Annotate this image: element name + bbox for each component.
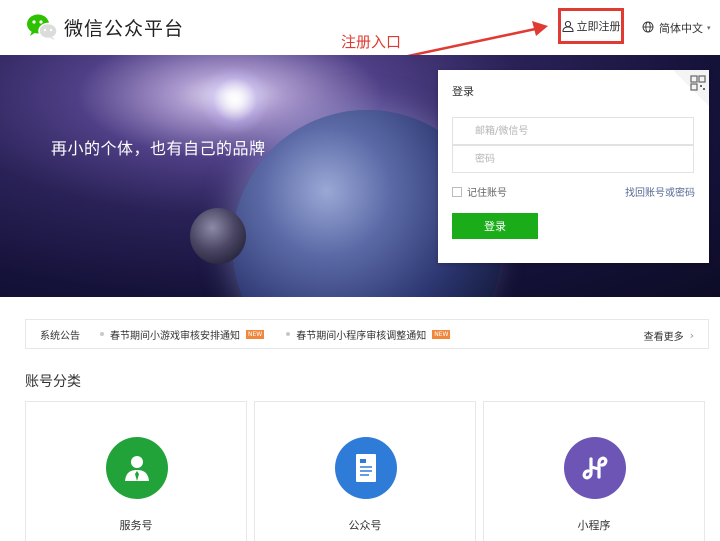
wechat-logo-icon [26,12,58,42]
new-badge: NEW [432,329,451,339]
language-label: 简体中文 [659,22,703,35]
official-account-icon [335,437,397,499]
qrcode-login-toggle[interactable] [673,70,709,106]
forgot-password-link[interactable]: 找回账号或密码 [625,184,695,199]
password-input[interactable] [452,145,694,173]
notice-label: 系统公告 [40,330,80,342]
chevron-right-icon: › [689,329,694,342]
logo-text: 微信公众平台 [64,17,185,40]
register-label: 立即注册 [576,20,621,33]
card-label: 小程序 [577,519,611,532]
language-selector[interactable]: 简体中文 ▾ [642,20,711,36]
globe-icon [642,21,654,36]
notice-item[interactable]: 春节期间小游戏审核安排通知 NEW [100,327,265,342]
remember-checkbox[interactable] [452,186,462,197]
account-card-service[interactable]: 服务号 [25,401,247,541]
card-label: 公众号 [348,519,382,532]
new-badge: NEW [246,329,265,339]
notice-item-text: 春节期间小游戏审核安排通知 [110,330,240,342]
remember-label: 记住账号 [467,188,507,199]
planet-small [190,208,246,264]
account-input[interactable] [452,117,694,145]
chevron-down-icon: ▾ [707,24,711,32]
account-card-official[interactable]: 公众号 [254,401,476,541]
notice-item[interactable]: 春节期间小程序审核调整通知 NEW [286,327,451,342]
login-title: 登录 [452,85,474,98]
account-card-miniprogram[interactable]: 小程序 [483,401,705,541]
login-panel: 登录 记住账号 找回账号或密码 登录 [438,70,709,263]
register-annotation-text: 注册入口 [341,33,402,51]
system-notice-bar: 系统公告 春节期间小游戏审核安排通知 NEW 春节期间小程序审核调整通知 NEW… [25,319,709,349]
view-more-label: 查看更多 [643,332,684,343]
banner-slogan: 再小的个体，也有自己的品牌 [51,139,266,158]
remember-account-toggle[interactable]: 记住账号 [452,184,507,199]
user-icon [561,17,574,36]
bullet-icon [286,332,291,336]
view-more-link[interactable]: 查看更多 › [644,328,694,343]
service-account-icon [106,437,168,499]
card-label: 服务号 [119,519,153,532]
light-flare [200,65,270,135]
qrcode-icon [673,70,709,106]
bullet-icon [100,332,104,336]
account-category-title: 账号分类 [25,374,81,390]
mini-program-icon [564,437,626,499]
login-button[interactable]: 登录 [452,213,538,239]
wechat-logo[interactable]: 微信公众平台 [26,12,184,42]
notice-item-text: 春节期间小程序审核调整通知 [296,330,427,342]
register-button[interactable]: 立即注册 [558,8,624,44]
